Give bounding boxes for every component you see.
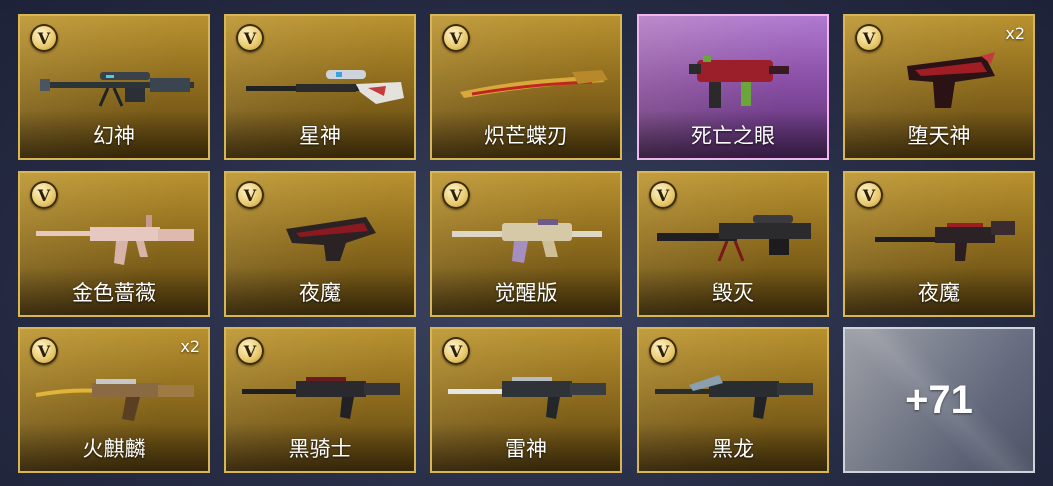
weapon-card-6[interactable]: V 金色蔷薇 bbox=[18, 171, 210, 317]
weapon-name: 火麒麟 bbox=[82, 437, 146, 461]
weapon-name: 觉醒版 bbox=[494, 281, 558, 305]
weapon-card-4[interactable]: 死亡之眼 bbox=[637, 14, 829, 160]
weapon-card-1[interactable]: V 幻神 bbox=[18, 14, 210, 160]
weapon-name: 星神 bbox=[299, 124, 341, 148]
blaster-icon bbox=[286, 217, 376, 261]
rifle-icon bbox=[452, 219, 602, 263]
weapon-name: 幻神 bbox=[93, 124, 135, 148]
sniper-rifle-icon bbox=[40, 72, 194, 107]
ak-rifle-icon bbox=[35, 379, 194, 421]
carbine-icon bbox=[875, 221, 1015, 261]
weapon-card-5[interactable]: V x2 堕天神 bbox=[843, 14, 1035, 160]
item-count: x2 bbox=[1005, 24, 1025, 43]
m4-rifle-icon bbox=[655, 375, 813, 419]
weapon-name: 黑骑士 bbox=[288, 437, 352, 461]
weapon-card-11[interactable]: V x2 火麒麟 bbox=[18, 327, 210, 473]
weapon-name: 雷神 bbox=[505, 437, 547, 461]
weapon-name: 堕天神 bbox=[907, 124, 971, 148]
m4-rifle-icon bbox=[242, 377, 400, 419]
weapon-card-13[interactable]: V 雷神 bbox=[430, 327, 622, 473]
weapon-card-3[interactable]: V 炽芒蝶刃 bbox=[430, 14, 622, 160]
weapon-grid: V 幻神 V 星神 V 炽芒蝶刃 死亡之眼 V x2 堕天神 V 金色蔷薇 V … bbox=[0, 0, 1053, 486]
weapon-card-7[interactable]: V 夜魔 bbox=[224, 171, 416, 317]
weapon-name: 夜魔 bbox=[299, 281, 341, 305]
weapon-name: 金色蔷薇 bbox=[72, 281, 156, 305]
weapon-card-10[interactable]: V 夜魔 bbox=[843, 171, 1035, 317]
m4-rifle-icon bbox=[448, 377, 606, 419]
butterfly-blade-icon bbox=[460, 70, 608, 98]
weapon-name: 炽芒蝶刃 bbox=[484, 124, 568, 148]
heavy-sniper-icon bbox=[657, 215, 811, 262]
weapon-card-8[interactable]: V 觉醒版 bbox=[430, 171, 622, 317]
weapon-name: 黑龙 bbox=[712, 437, 754, 461]
more-items-card[interactable]: +71 bbox=[843, 327, 1035, 473]
weapon-name: 死亡之眼 bbox=[691, 124, 775, 148]
weapon-name: 夜魔 bbox=[918, 281, 960, 305]
assault-rifle-icon bbox=[36, 215, 194, 265]
weapon-card-14[interactable]: V 黑龙 bbox=[637, 327, 829, 473]
weapon-card-2[interactable]: V 星神 bbox=[224, 14, 416, 160]
bolt-rifle-icon bbox=[246, 70, 404, 104]
weapon-card-9[interactable]: V 毁灭 bbox=[637, 171, 829, 317]
item-count: x2 bbox=[180, 337, 200, 356]
weapon-card-12[interactable]: V 黑骑士 bbox=[224, 327, 416, 473]
smg-icon bbox=[689, 56, 789, 108]
dragon-pistol-icon bbox=[907, 52, 995, 108]
weapon-name: 毁灭 bbox=[712, 281, 754, 305]
more-count: +71 bbox=[905, 377, 973, 422]
